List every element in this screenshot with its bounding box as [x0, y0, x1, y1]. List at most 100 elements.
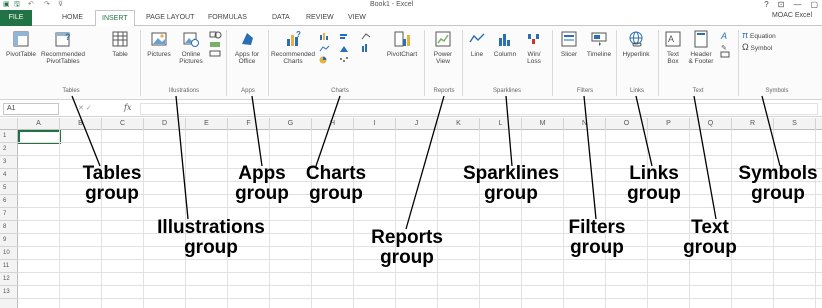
row-header-12[interactable]: 12 — [0, 273, 18, 286]
chart-types-gallery[interactable] — [318, 31, 382, 67]
cancel-enter-icons[interactable]: ✕ ✓ — [78, 104, 92, 112]
apps-for-office-button[interactable]: Apps for Office — [230, 30, 264, 65]
power-view-button[interactable]: Power View — [428, 30, 458, 65]
hyperlink-label: Hyperlink — [622, 51, 650, 58]
callout-charts-line2: group — [309, 183, 363, 204]
power-view-icon — [435, 31, 451, 47]
tab-formulas[interactable]: FORMULAS — [208, 10, 247, 26]
tab-file[interactable]: FILE — [0, 10, 32, 26]
ribbon-display-icon[interactable]: ⊡ — [778, 0, 785, 9]
row-header-10[interactable]: 10 — [0, 247, 18, 260]
sparkline-winloss-button[interactable]: Win/ Loss — [522, 30, 546, 65]
slicer-button[interactable]: Slicer — [556, 30, 582, 58]
column-header-g[interactable]: G — [270, 118, 312, 130]
undo-icon[interactable]: ↶ — [28, 0, 34, 9]
symbols-group-label: Symbols — [765, 88, 789, 94]
worksheet-grid[interactable]: ABCDEFGHIJKLMNOPQRS 1 2 3 4 5 6 7 8 9 10 11 12 13 — [0, 118, 822, 308]
shapes-smartart-stack[interactable] — [208, 30, 222, 60]
table-button[interactable]: Table — [108, 30, 132, 58]
sparklines-group-label: Sparklines — [492, 88, 521, 94]
recommended-pivottables-button[interactable]: ? Recommended PivotTables — [40, 30, 86, 65]
row-header-7[interactable]: 7 — [0, 208, 18, 221]
column-header-i[interactable]: I — [354, 118, 396, 130]
column-header-p[interactable]: P — [648, 118, 690, 130]
header-footer-button[interactable]: Header & Footer — [686, 30, 716, 65]
text-more-stack[interactable]: A ✎ — [718, 30, 734, 60]
column-header-l[interactable]: L — [480, 118, 522, 130]
column-header-a[interactable]: A — [18, 118, 60, 130]
column-header-s[interactable]: S — [774, 118, 816, 130]
tab-page-layout[interactable]: PAGE LAYOUT — [146, 10, 194, 26]
callout-charts-line1: Charts — [305, 163, 367, 184]
row-header-4[interactable]: 4 — [0, 169, 18, 182]
column-header-q[interactable]: Q — [690, 118, 732, 130]
tab-data[interactable]: DATA — [272, 10, 290, 26]
online-pictures-label-1: Online — [181, 51, 201, 58]
column-header-o[interactable]: O — [606, 118, 648, 130]
column-header-j[interactable]: J — [396, 118, 438, 130]
column-header-h[interactable]: H — [312, 118, 354, 130]
group-divider — [462, 30, 463, 96]
row-header-9[interactable]: 9 — [0, 234, 18, 247]
pivotchart-button[interactable]: PivotChart — [384, 30, 420, 58]
row-header-1[interactable]: 1 — [0, 130, 18, 143]
save-icon[interactable]: 🖫 — [14, 0, 20, 9]
tab-insert[interactable]: INSERT — [95, 10, 135, 27]
group-divider — [226, 30, 227, 96]
customize-qat-icon[interactable]: ⊽ — [58, 0, 63, 9]
name-box[interactable]: A1 — [3, 103, 59, 115]
column-header-n[interactable]: N — [564, 118, 606, 130]
header-footer-icon — [694, 30, 708, 48]
pictures-button[interactable]: Pictures — [144, 30, 174, 58]
column-header-b[interactable]: B — [60, 118, 102, 130]
column-header-k[interactable]: K — [438, 118, 480, 130]
formula-input[interactable] — [140, 103, 818, 115]
recommended-charts-button[interactable]: ? Recommended Charts — [270, 30, 316, 65]
online-pictures-button[interactable]: Online Pictures — [176, 30, 206, 65]
column-header-m[interactable]: M — [522, 118, 564, 130]
select-all-corner[interactable] — [0, 118, 18, 130]
title-bar: ▣ 🖫 ↶ ↷ ⊽ Book1 - Excel ? ⊡ — ▢ — [0, 0, 822, 10]
tab-review[interactable]: REVIEW — [306, 10, 334, 26]
symbol-button[interactable]: Ω Symbol — [742, 43, 802, 53]
row-header-3[interactable]: 3 — [0, 156, 18, 169]
timeline-button[interactable]: Timeline — [584, 30, 614, 58]
grid-row-line — [18, 207, 822, 208]
redo-icon[interactable]: ↷ — [44, 0, 50, 9]
help-icon[interactable]: ? — [764, 0, 768, 9]
illustrations-group-label: Illustrations — [168, 88, 200, 94]
text-box-button[interactable]: A Text Box — [662, 30, 684, 65]
tab-home[interactable]: HOME — [62, 10, 83, 26]
column-header-d[interactable]: D — [144, 118, 186, 130]
column-header-e[interactable]: E — [186, 118, 228, 130]
column-header-r[interactable]: R — [732, 118, 774, 130]
row-header-6[interactable]: 6 — [0, 195, 18, 208]
window-controls: ? ⊡ — ▢ — [764, 0, 818, 9]
insert-function-icon[interactable]: fx — [124, 103, 131, 112]
maximize-icon[interactable]: ▢ — [810, 0, 818, 9]
text-group-label: Text — [692, 88, 704, 94]
excel-logo-icon: ▣ — [3, 1, 10, 8]
hyperlink-button[interactable]: Hyperlink — [618, 30, 654, 58]
callout-links: Links group — [616, 164, 692, 204]
column-header-c[interactable]: C — [102, 118, 144, 130]
pivottable-button[interactable]: PivotTable — [4, 30, 38, 58]
row-header-13[interactable]: 13 — [0, 286, 18, 299]
sparkline-column-button[interactable]: Column — [490, 30, 520, 58]
apps-for-office-label-1: Apps for — [234, 51, 260, 58]
sparkline-line-button[interactable]: Line — [466, 30, 488, 58]
column-header-f[interactable]: F — [228, 118, 270, 130]
equation-button[interactable]: π Equation — [742, 31, 802, 41]
pivotchart-label: PivotChart — [386, 51, 418, 58]
row-header-11[interactable]: 11 — [0, 260, 18, 273]
ribbon-tab-row: FILE HOME INSERT PAGE LAYOUT FORMULAS DA… — [0, 10, 822, 27]
minimize-icon[interactable]: — — [793, 0, 801, 9]
tab-view[interactable]: VIEW — [348, 10, 366, 26]
row-header-5[interactable]: 5 — [0, 182, 18, 195]
slicer-icon — [561, 31, 577, 47]
row-header-2[interactable]: 2 — [0, 143, 18, 156]
links-group-label: Links — [629, 88, 644, 94]
callout-apps-line1: Apps — [238, 163, 286, 184]
row-header-8[interactable]: 8 — [0, 221, 18, 234]
account-name[interactable]: MOAC Excel — [772, 12, 812, 19]
